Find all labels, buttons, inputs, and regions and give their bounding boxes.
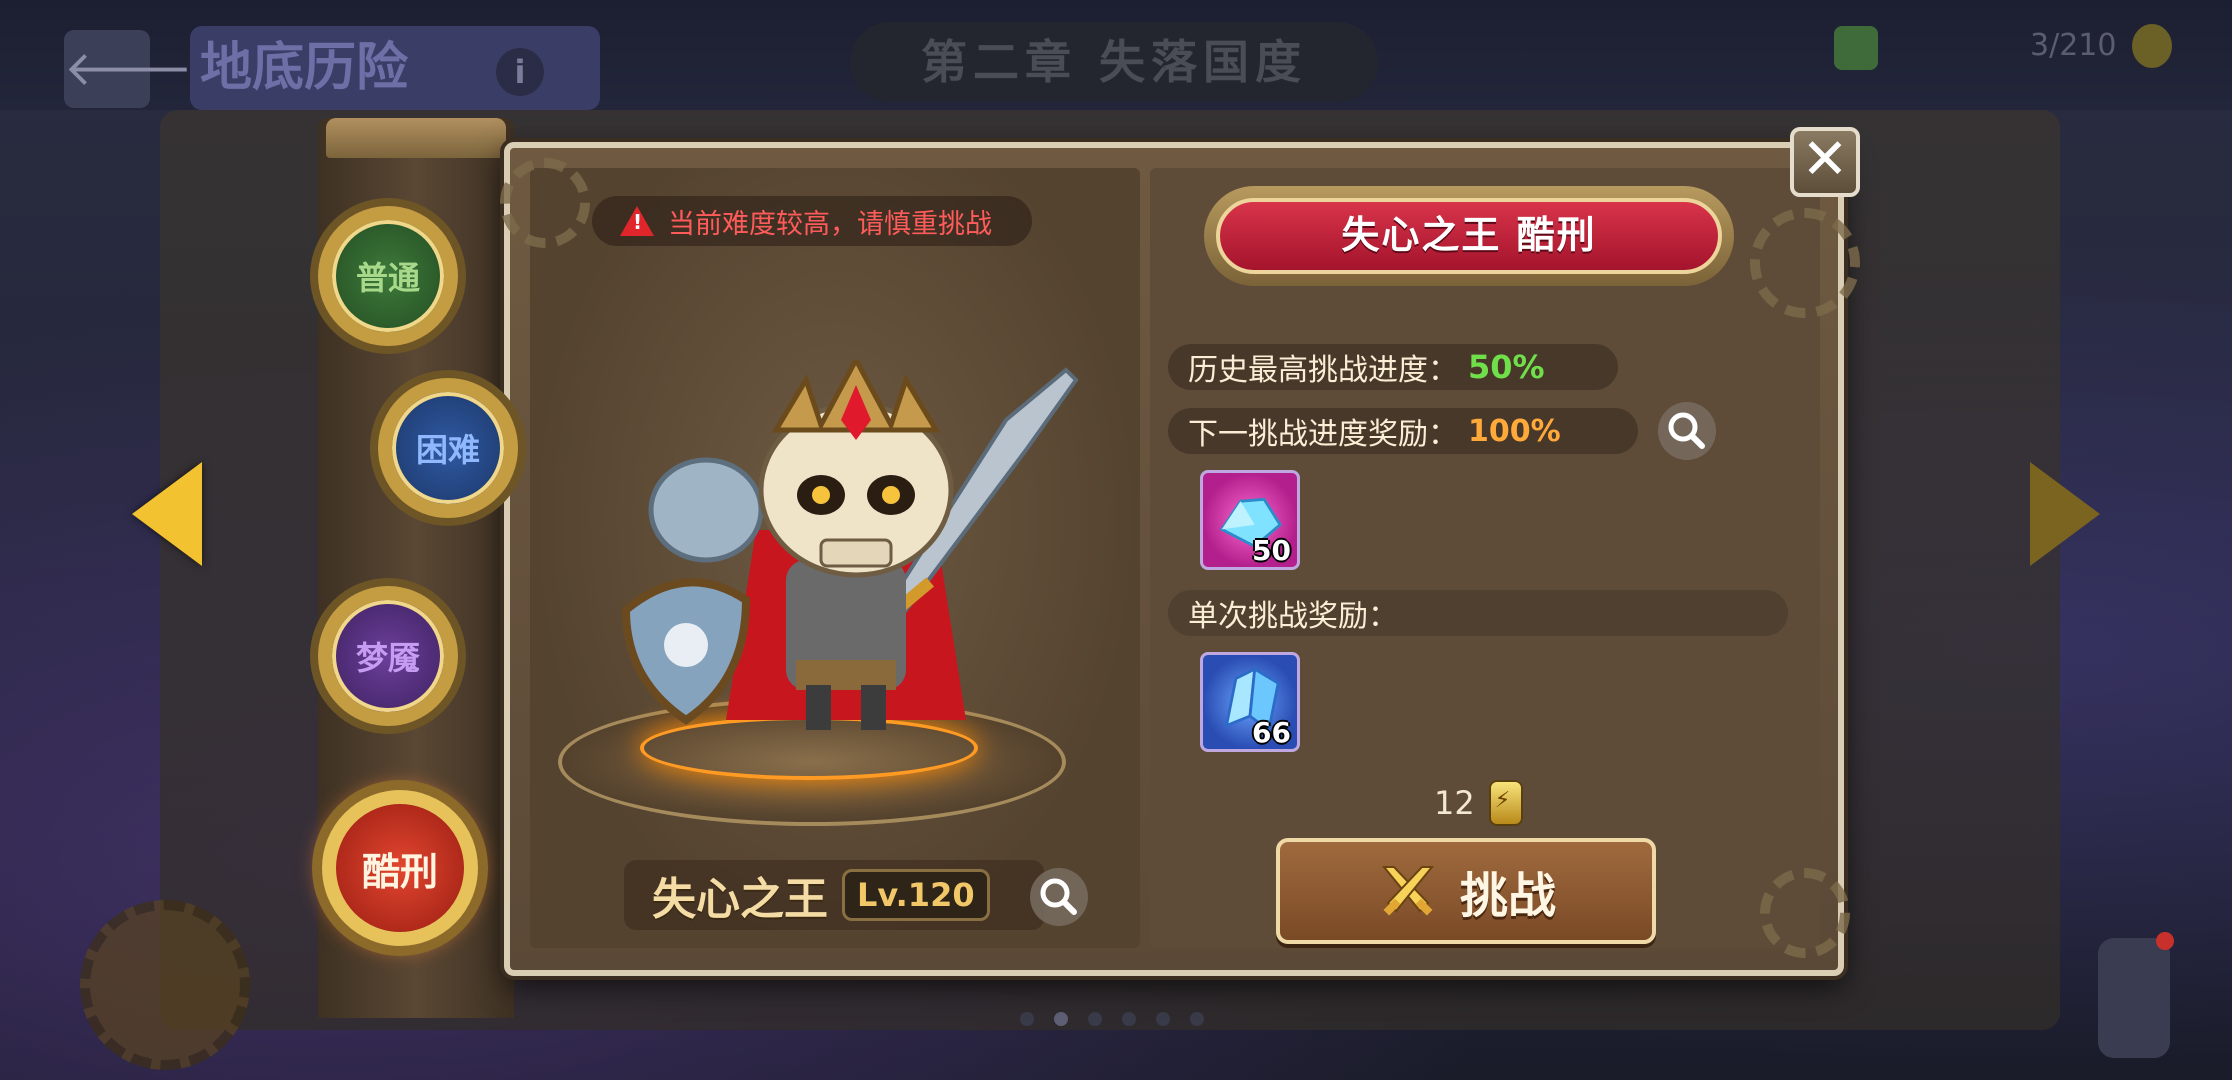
gear-decoration — [80, 900, 250, 1070]
character-info-button[interactable] — [1030, 868, 1088, 926]
cost-value: 12 — [1434, 784, 1475, 822]
page-indicator — [1020, 1012, 1204, 1026]
single-reward-row: 单次挑战奖励： — [1168, 590, 1788, 636]
chapter-title: 第二章 失落国度 — [850, 22, 1378, 102]
reward-count: 66 — [1252, 716, 1291, 749]
difficulty-warning: 当前难度较高，请慎重挑战 — [592, 196, 1032, 246]
gear-decoration — [1760, 868, 1850, 958]
challenge-cost: 12 — [1434, 780, 1523, 826]
difficulty-normal-button[interactable]: 普通 — [318, 206, 458, 346]
energy-icon — [1488, 780, 1523, 826]
close-button[interactable]: ✕ — [1790, 127, 1860, 197]
boss-title: 失心之王 酷刑 — [1216, 198, 1722, 274]
next-reward-item[interactable]: 50 — [1200, 470, 1300, 570]
single-reward-item[interactable]: 66 — [1200, 652, 1300, 752]
best-progress-value: 50% — [1468, 348, 1545, 386]
difficulty-hard-button[interactable]: 困难 — [378, 378, 518, 518]
prev-page-arrow[interactable] — [132, 462, 202, 566]
notification-dot — [2156, 932, 2174, 950]
single-reward-label: 单次挑战奖励： — [1188, 599, 1398, 634]
character-level: Lv.120 — [842, 869, 990, 921]
difficulty-column-cap — [326, 118, 506, 158]
best-progress-row: 历史最高挑战进度： 50% — [1168, 344, 1618, 390]
next-reward-row: 下一挑战进度奖励： 100% — [1168, 408, 1638, 454]
info-button[interactable]: i — [496, 48, 544, 96]
reward-count: 50 — [1252, 534, 1291, 567]
skeleton-king-character — [621, 360, 1079, 730]
warning-text: 当前难度较高，请慎重挑战 — [668, 208, 992, 240]
stamina-icon — [2132, 24, 2172, 68]
next-reward-label: 下一挑战进度奖励： — [1188, 417, 1458, 452]
crossed-swords-icon — [1381, 866, 1435, 916]
gear-decoration — [1750, 208, 1860, 318]
next-reward-value: 100% — [1468, 413, 1561, 449]
difficulty-torture-button[interactable]: 酷刑 — [322, 790, 478, 946]
search-icon — [1040, 878, 1077, 915]
reward-preview-button[interactable] — [1658, 402, 1716, 460]
search-icon — [1668, 412, 1705, 449]
character-nameplate: 失心之王 Lv.120 — [624, 860, 1044, 930]
difficulty-nightmare-button[interactable]: 梦魇 — [318, 586, 458, 726]
warning-icon — [620, 206, 654, 236]
stamina-count: 3/210 — [2030, 28, 2117, 63]
next-page-arrow[interactable] — [2030, 462, 2100, 566]
side-panel-toggle[interactable] — [2098, 932, 2174, 1058]
gear-decoration — [500, 158, 590, 248]
challenge-label: 挑战 — [1459, 868, 1556, 924]
best-progress-label: 历史最高挑战进度： — [1188, 353, 1458, 388]
green-gem-icon — [1834, 26, 1878, 70]
character-name: 失心之王 — [652, 874, 828, 925]
challenge-button[interactable]: 挑战 — [1276, 838, 1656, 944]
boss-title-plate: 失心之王 酷刑 — [1204, 186, 1734, 286]
back-button[interactable]: 🡐 — [64, 30, 193, 108]
